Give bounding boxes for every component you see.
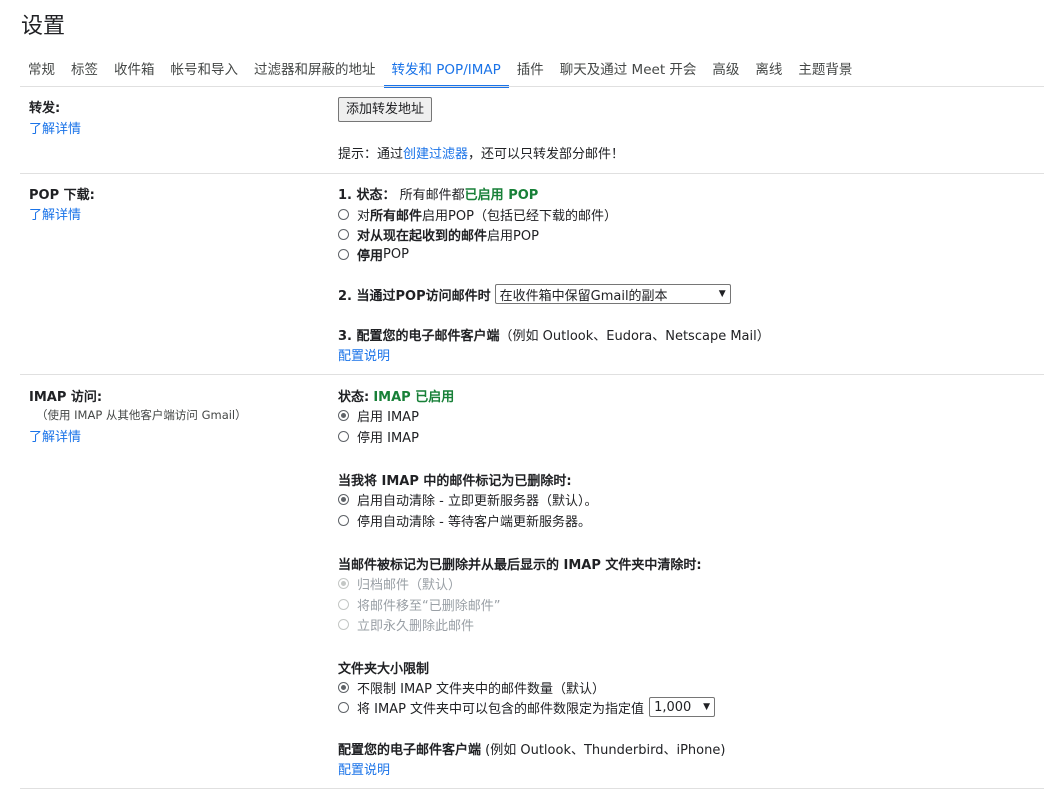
chevron-down-icon: ▼ xyxy=(703,702,711,712)
imap-option-disable[interactable]: 停用 IMAP xyxy=(338,427,419,446)
pop-label: POP 下载: xyxy=(29,188,95,203)
radio-button[interactable] xyxy=(338,515,349,526)
imap-status-label: 状态: xyxy=(338,390,370,405)
imap-status-value: IMAP 已启用 xyxy=(373,390,455,405)
select-value: 1,000 xyxy=(654,699,692,715)
imap-folder-size-heading: 文件夹大小限制 xyxy=(338,662,430,677)
tab-accounts[interactable]: 帐号和导入 xyxy=(163,54,247,88)
section-divider xyxy=(20,173,1044,174)
option-text: 启用POP（包括已经下载的邮件） xyxy=(422,209,617,224)
tab-filters[interactable]: 过滤器和屏蔽的地址 xyxy=(246,54,384,88)
option-bold-text: 所有邮件 xyxy=(370,209,423,224)
imap-config-row: 配置您的电子邮件客户端 (例如 Outlook、Thunderbird、iPho… xyxy=(338,739,725,758)
pop-access-row: 2. 当通过POP访问邮件时 在收件箱中保留Gmail的副本 ▼ xyxy=(338,284,731,304)
pop-status-label: 1. 状态： xyxy=(338,188,396,203)
imap-option-enable[interactable]: 启用 IMAP xyxy=(338,406,419,425)
imap-status: 状态: IMAP 已启用 xyxy=(338,386,454,405)
option-text: 将邮件移至“已删除邮件” xyxy=(357,599,501,614)
radio-button[interactable] xyxy=(338,431,349,442)
pop-config-label: 3. 配置您的电子邮件客户端 xyxy=(338,329,500,344)
imap-config-label: 配置您的电子邮件客户端 xyxy=(338,743,482,758)
radio-button[interactable] xyxy=(338,701,349,713)
radio-button[interactable] xyxy=(338,249,349,260)
option-text: 将 IMAP 文件夹中可以包含的邮件数限定为指定值 xyxy=(357,701,645,717)
imap-delete-option-auto-expunge-on[interactable]: 启用自动清除 - 立即更新服务器（默认）。 xyxy=(338,490,597,509)
forwarding-tip-prefix: 提示：通过 xyxy=(338,147,404,162)
imap-expunge-heading: 当邮件被标记为已删除并从最后显示的 IMAP 文件夹中清除时: xyxy=(338,558,702,573)
chevron-down-icon: ▼ xyxy=(718,289,726,299)
imap-delete-heading: 当我将 IMAP 中的邮件标记为已删除时: xyxy=(338,474,572,489)
pop-status-text: 所有邮件都 xyxy=(399,188,465,203)
pop-access-select[interactable]: 在收件箱中保留Gmail的副本 ▼ xyxy=(494,284,731,304)
add-forwarding-address-button[interactable]: 添加转发地址 xyxy=(338,97,433,122)
radio-button[interactable] xyxy=(338,619,349,630)
forwarding-tip: 提示：通过创建过滤器，还可以只转发部分邮件！ xyxy=(338,143,624,162)
tab-labels[interactable]: 标签 xyxy=(63,54,106,88)
imap-folder-option-limit[interactable]: 将 IMAP 文件夹中可以包含的邮件数限定为指定值 1,000 ▼ xyxy=(338,697,716,717)
option-text: 启用自动清除 - 立即更新服务器（默认）。 xyxy=(357,494,598,509)
imap-folder-option-no-limit[interactable]: 不限制 IMAP 文件夹中的邮件数量（默认） xyxy=(338,678,605,697)
option-bold-text: 对从现在起收到的邮件 xyxy=(357,229,488,244)
tab-chat-meet[interactable]: 聊天及通过 Meet 开会 xyxy=(552,54,705,88)
pop-config-example: （例如 Outlook、Eudora、Netscape Mail） xyxy=(499,329,770,344)
radio-button[interactable] xyxy=(338,494,349,505)
tab-forwarding-pop-imap[interactable]: 转发和 POP/IMAP xyxy=(383,54,509,88)
imap-config-example: (例如 Outlook、Thunderbird、iPhone) xyxy=(485,743,726,758)
tab-advanced[interactable]: 高级 xyxy=(704,54,747,88)
imap-learn-more-link[interactable]: 了解详情 xyxy=(29,426,81,445)
tab-inbox[interactable]: 收件箱 xyxy=(106,54,163,88)
pop-option-all-mail[interactable]: 对所有邮件 启用POP（包括已经下载的邮件） xyxy=(338,205,617,224)
tab-addons[interactable]: 插件 xyxy=(509,54,552,88)
option-text: POP xyxy=(383,247,409,262)
pop-config-row: 3. 配置您的电子邮件客户端（例如 Outlook、Eudora、Netscap… xyxy=(338,325,770,344)
tab-offline[interactable]: 离线 xyxy=(747,54,790,88)
imap-config-instructions-link[interactable]: 配置说明 xyxy=(338,759,390,778)
option-text: 启用 IMAP xyxy=(357,410,419,425)
pop-option-disable[interactable]: 停用 POP xyxy=(338,245,409,264)
forwarding-learn-more-link[interactable]: 了解详情 xyxy=(29,118,81,137)
select-value: 在收件箱中保留Gmail的副本 xyxy=(499,288,668,304)
option-text: 启用POP xyxy=(487,229,539,244)
pop-config-instructions-link[interactable]: 配置说明 xyxy=(338,345,390,364)
imap-label: IMAP 访问: xyxy=(29,390,103,405)
tabs-divider xyxy=(20,86,1044,87)
option-text: 停用 IMAP xyxy=(357,431,419,446)
imap-expunge-option-archive[interactable]: 归档邮件（默认） xyxy=(338,574,461,593)
imap-delete-option-auto-expunge-off[interactable]: 停用自动清除 - 等待客户端更新服务器。 xyxy=(338,511,591,530)
page-title: 设置 xyxy=(21,14,66,39)
option-text: 停用自动清除 - 等待客户端更新服务器。 xyxy=(357,515,591,530)
tab-themes[interactable]: 主题背景 xyxy=(790,54,860,88)
option-text: 归档邮件（默认） xyxy=(357,578,462,593)
option-bold-text: 停用 xyxy=(357,249,384,264)
pop-option-from-now[interactable]: 对从现在起收到的邮件 启用POP xyxy=(338,225,539,244)
imap-folder-limit-select[interactable]: 1,000 ▼ xyxy=(649,697,716,717)
radio-button[interactable] xyxy=(338,599,349,610)
forwarding-label: 转发: xyxy=(29,101,61,116)
imap-expunge-option-trash[interactable]: 将邮件移至“已删除邮件” xyxy=(338,595,500,614)
imap-sublabel: （使用 IMAP 从其他客户端访问 Gmail） xyxy=(36,408,247,422)
radio-button[interactable] xyxy=(338,209,349,220)
section-divider xyxy=(20,374,1044,375)
tab-general[interactable]: 常规 xyxy=(20,54,63,88)
create-filter-link[interactable]: 创建过滤器 xyxy=(403,147,468,162)
radio-button[interactable] xyxy=(338,410,349,421)
option-text: 立即永久删除此邮件 xyxy=(357,619,475,634)
settings-tabs: 常规 标签 收件箱 帐号和导入 过滤器和屏蔽的地址 转发和 POP/IMAP 插件 聊天及通过… xyxy=(20,54,1044,88)
radio-button[interactable] xyxy=(338,578,349,589)
radio-button[interactable] xyxy=(338,682,349,693)
pop-status: 1. 状态： 所有邮件都已启用 POP xyxy=(338,184,538,203)
forwarding-tip-suffix: ，还可以只转发部分邮件！ xyxy=(468,147,625,162)
option-text: 不限制 IMAP 文件夹中的邮件数量（默认） xyxy=(357,682,606,697)
imap-expunge-option-delete-forever[interactable]: 立即永久删除此邮件 xyxy=(338,615,474,634)
radio-button[interactable] xyxy=(338,229,349,240)
pop-access-label: 2. 当通过POP访问邮件时 xyxy=(338,288,491,304)
pop-status-value: 已启用 POP xyxy=(464,188,539,203)
option-text: 对 xyxy=(357,209,371,224)
pop-learn-more-link[interactable]: 了解详情 xyxy=(29,204,81,223)
section-divider xyxy=(20,788,1044,789)
